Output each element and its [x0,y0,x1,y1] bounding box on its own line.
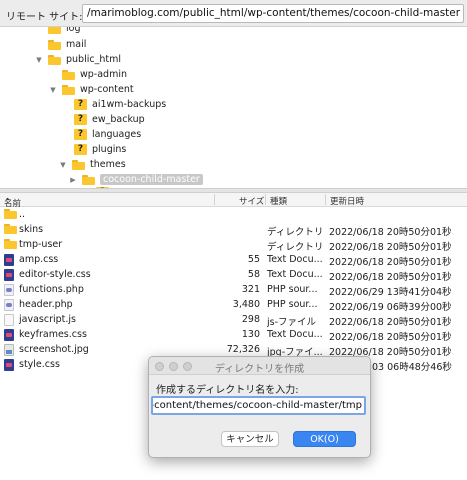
folder-icon [4,224,17,234]
create-directory-dialog: ディレクトリを作成 作成するディレクトリ名を入力: /marimoblog.co… [148,356,371,458]
remote-path-input[interactable]: /marimoblog.com/public_html/wp-content/t… [82,4,464,23]
file-list-header: 名前 ⌃ サイズ 種類 更新日時 [0,193,467,209]
disclosure-triangle-icon[interactable]: ▶ [68,176,78,184]
list-item[interactable]: .. [0,207,467,222]
folder-icon [48,54,61,65]
list-item[interactable]: editor-style.css 58 Text Docu... 2022/06… [0,267,467,283]
list-item[interactable]: skins ディレクトリ 2022/06/18 20時50分01秒 [0,222,467,238]
css-file-icon [4,329,14,341]
disclosure-triangle-icon[interactable]: ▼ [34,56,44,64]
column-header-size[interactable]: サイズ [239,195,264,207]
unknown-folder-icon: ? [74,129,87,140]
unknown-folder-icon: ? [74,114,87,125]
tree-item-ai1wm-backups[interactable]: ? ai1wm-backups [60,97,166,112]
css-file-icon [4,254,14,266]
remote-site-bar: リモート サイト: /marimoblog.com/public_html/wp… [0,0,467,27]
tree-item-plugins[interactable]: ? plugins [60,142,126,157]
tree-item-wp-content[interactable]: ▼ wp-content [48,82,133,97]
dialog-prompt: 作成するディレクトリ名を入力: [156,385,299,396]
disclosure-triangle-icon[interactable]: ▼ [48,86,58,94]
dialog-titlebar: ディレクトリを作成 [149,357,370,375]
ok-button[interactable]: OK(O) [293,431,356,447]
folder-icon [82,174,95,185]
folder-icon [62,69,75,80]
js-file-icon [4,314,14,326]
list-item[interactable]: amp.css 55 Text Docu... 2022/06/18 20時50… [0,252,467,268]
folder-icon [4,209,17,219]
list-item[interactable]: functions.php 321 PHP sour... 2022/06/29… [0,282,467,298]
dialog-title: ディレクトリを作成 [214,364,305,375]
tree-item-themes[interactable]: ▼ themes [58,157,125,172]
list-item[interactable]: javascript.js 298 js-ファイル 2022/06/18 20時… [0,312,467,328]
folder-icon [4,239,17,249]
list-item[interactable]: header.php 3,480 PHP sour... 2022/06/19 … [0,297,467,313]
php-file-icon [4,299,14,311]
unknown-folder-icon: ? [74,99,87,110]
column-header-modified[interactable]: 更新日時 [330,195,364,207]
sort-ascending-icon: ⌃ [4,197,12,207]
tree-item-mail[interactable]: mail [34,37,86,52]
column-header-type[interactable]: 種類 [270,195,287,207]
directory-name-input[interactable]: /marimoblog.com/public_html/wp-content/t… [151,396,366,415]
tree-item-public-html[interactable]: ▼ public_html [34,52,121,67]
tree-item-ew-backup[interactable]: ? ew_backup [60,112,145,127]
list-item[interactable]: screenshot.jpg 72,326 jpg-ファイ... 2022/06… [0,342,467,358]
folder-icon [48,27,61,34]
remote-directory-tree: log mail ▼ public_html wp-admin ▼ wp-con… [0,27,467,188]
remote-site-label: リモート サイト: [6,12,83,23]
folder-icon [62,84,75,95]
folder-icon [48,39,61,50]
list-item[interactable]: tmp-user ディレクトリ 2022/06/18 20時50分01秒 [0,237,467,253]
disclosure-triangle-icon[interactable]: ▼ [58,161,68,169]
tree-item-log[interactable]: log [34,27,80,36]
css-file-icon [4,269,14,281]
folder-icon [72,159,85,170]
css-file-icon [4,359,14,371]
tree-item-wp-admin[interactable]: wp-admin [48,67,127,82]
php-file-icon [4,284,14,296]
cancel-button[interactable]: キャンセル [221,431,279,447]
list-item[interactable]: keyframes.css 130 Text Docu... 2022/06/1… [0,327,467,343]
unknown-folder-icon: ? [74,144,87,155]
tree-item-languages[interactable]: ? languages [60,127,141,142]
jpg-file-icon [4,344,14,356]
